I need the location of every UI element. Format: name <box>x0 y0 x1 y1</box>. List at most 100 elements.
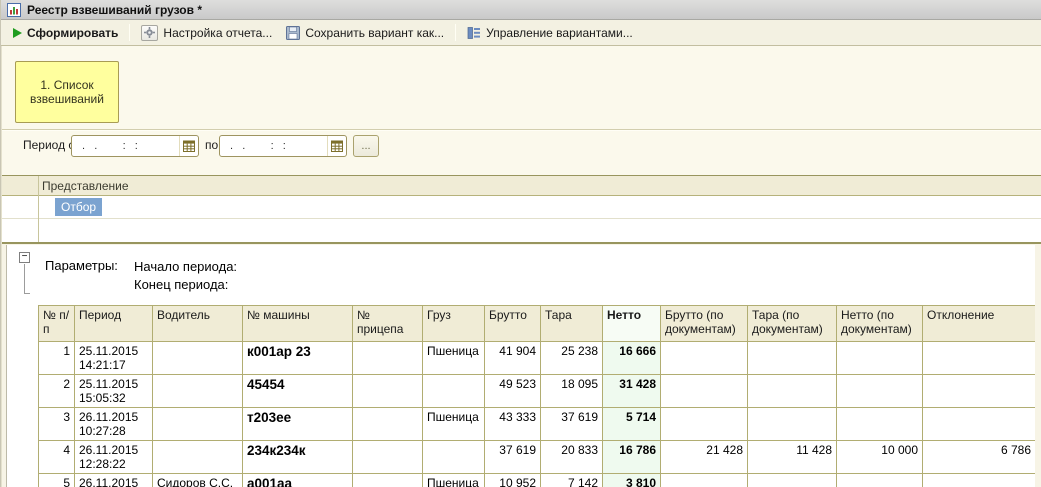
cell-net[interactable]: 16 786 <box>603 441 661 474</box>
cell-truck[interactable]: 234к234к <box>243 441 353 474</box>
column-header-dev: Отклонение <box>923 306 1036 342</box>
params-label: Параметры: <box>45 258 118 273</box>
cell-cargo[interactable]: Пшеница <box>423 474 485 487</box>
toolbar-separator <box>455 24 456 41</box>
cell-dev[interactable]: 6 786 <box>923 441 1036 474</box>
cell-tare_doc[interactable] <box>748 342 837 375</box>
cell-driver[interactable] <box>153 375 243 408</box>
period-from-value: . . : : <box>72 140 179 152</box>
column-header-period: Период <box>75 306 153 342</box>
cell-gross[interactable]: 49 523 <box>485 375 541 408</box>
cell-gross_doc[interactable] <box>661 474 748 487</box>
cell-truck[interactable]: т203ее <box>243 408 353 441</box>
cell-truck[interactable]: а001аа <box>243 474 353 487</box>
report-settings-label: Настройка отчета... <box>163 26 272 40</box>
manage-variants-label: Управление вариантами... <box>486 26 633 40</box>
cell-num[interactable]: 1 <box>39 342 75 375</box>
cell-trailer[interactable] <box>353 342 423 375</box>
column-header-gross: Брутто <box>485 306 541 342</box>
report-settings-button[interactable]: Настройка отчета... <box>134 22 279 44</box>
cell-net_doc[interactable] <box>837 474 923 487</box>
cell-dev[interactable] <box>923 375 1036 408</box>
cell-tare[interactable]: 25 238 <box>541 342 603 375</box>
report-table: № п/пПериодВодитель№ машины№ прицепаГруз… <box>38 305 1035 487</box>
cell-gross[interactable]: 43 333 <box>485 408 541 441</box>
cell-tare[interactable]: 18 095 <box>541 375 603 408</box>
cell-dev[interactable] <box>923 342 1036 375</box>
period-from-input[interactable]: . . : : <box>71 135 199 157</box>
cell-tare[interactable]: 20 833 <box>541 441 603 474</box>
column-header-truck: № машины <box>243 306 353 342</box>
tab-weighing-list[interactable]: 1. Список взвешиваний <box>15 61 119 123</box>
period-to-input[interactable]: . . : : <box>219 135 347 157</box>
cell-cargo[interactable] <box>423 375 485 408</box>
cell-net[interactable]: 16 666 <box>603 342 661 375</box>
cell-tare_doc[interactable] <box>748 408 837 441</box>
window-titlebar: Реестр взвешиваний грузов * <box>1 0 1041 20</box>
cell-net[interactable]: 31 428 <box>603 375 661 408</box>
filter-selected-item[interactable]: Отбор <box>55 198 102 216</box>
table-row: 125.11.201514:21:17 к001ар 23 Пшеница41 90… <box>39 342 1036 375</box>
cell-driver[interactable] <box>153 408 243 441</box>
save-variant-label: Сохранить вариант как... <box>305 26 444 40</box>
cell-period[interactable]: 26.11.201512:28:22 <box>75 441 153 474</box>
cell-period[interactable]: 26.11.201512:48:55 <box>75 474 153 487</box>
cell-period[interactable]: 25.11.201514:21:17 <box>75 342 153 375</box>
calendar-icon[interactable] <box>327 136 346 156</box>
cell-cargo[interactable] <box>423 441 485 474</box>
cell-driver[interactable] <box>153 342 243 375</box>
cell-gross_doc[interactable] <box>661 342 748 375</box>
cell-net_doc[interactable]: 10 000 <box>837 441 923 474</box>
cell-dev[interactable] <box>923 474 1036 487</box>
cell-tare[interactable]: 37 619 <box>541 408 603 441</box>
cell-trailer[interactable] <box>353 375 423 408</box>
cell-tare_doc[interactable]: 11 428 <box>748 441 837 474</box>
cell-driver[interactable] <box>153 441 243 474</box>
column-header-tare_doc: Тара (по документам) <box>748 306 837 342</box>
cell-trailer[interactable] <box>353 408 423 441</box>
cell-trailer[interactable] <box>353 474 423 487</box>
table-row: 225.11.201515:05:32 45454 49 52318 09531 4… <box>39 375 1036 408</box>
collapse-params-button[interactable]: − <box>19 252 30 263</box>
view-header-label: Представление <box>2 179 129 193</box>
generate-button[interactable]: Сформировать <box>6 22 125 44</box>
period-more-button[interactable]: ... <box>353 135 379 157</box>
save-variant-button[interactable]: Сохранить вариант как... <box>279 22 451 44</box>
cell-gross_doc[interactable] <box>661 408 748 441</box>
cell-num[interactable]: 4 <box>39 441 75 474</box>
column-header-trailer: № прицепа <box>353 306 423 342</box>
cell-driver[interactable]: Сидоров С.С. <box>153 474 243 487</box>
period-to-value: . . : : <box>220 140 327 152</box>
cell-gross[interactable]: 37 619 <box>485 441 541 474</box>
params-values: Начало периода: Конец периода: <box>134 258 237 294</box>
view-row-filter[interactable]: Отбор <box>2 196 1041 219</box>
calendar-icon[interactable] <box>179 136 198 156</box>
cell-cargo[interactable]: Пшеница <box>423 342 485 375</box>
cell-trailer[interactable] <box>353 441 423 474</box>
cell-gross_doc[interactable] <box>661 375 748 408</box>
cell-gross[interactable]: 41 904 <box>485 342 541 375</box>
cell-net_doc[interactable] <box>837 408 923 441</box>
cell-cargo[interactable]: Пшеница <box>423 408 485 441</box>
cell-num[interactable]: 5 <box>39 474 75 487</box>
cell-dev[interactable] <box>923 408 1036 441</box>
cell-truck[interactable]: 45454 <box>243 375 353 408</box>
cell-tare[interactable]: 7 142 <box>541 474 603 487</box>
cell-period[interactable]: 25.11.201515:05:32 <box>75 375 153 408</box>
table-row: 426.11.201512:28:22234к234к37 61920 8331… <box>39 441 1036 474</box>
manage-variants-button[interactable]: Управление вариантами... <box>460 22 640 44</box>
cell-gross[interactable]: 10 952 <box>485 474 541 487</box>
param-period-start-label: Начало периода: <box>134 258 237 276</box>
cell-truck[interactable]: к001ар 23 <box>243 342 353 375</box>
cell-tare_doc[interactable] <box>748 375 837 408</box>
cell-net[interactable]: 5 714 <box>603 408 661 441</box>
cell-tare_doc[interactable] <box>748 474 837 487</box>
cell-num[interactable]: 2 <box>39 375 75 408</box>
cell-period[interactable]: 26.11.201510:27:28 <box>75 408 153 441</box>
cell-net_doc[interactable] <box>837 342 923 375</box>
column-header-net_doc: Нетто (по документам) <box>837 306 923 342</box>
cell-net[interactable]: 3 810 <box>603 474 661 487</box>
cell-gross_doc[interactable]: 21 428 <box>661 441 748 474</box>
cell-num[interactable]: 3 <box>39 408 75 441</box>
cell-net_doc[interactable] <box>837 375 923 408</box>
